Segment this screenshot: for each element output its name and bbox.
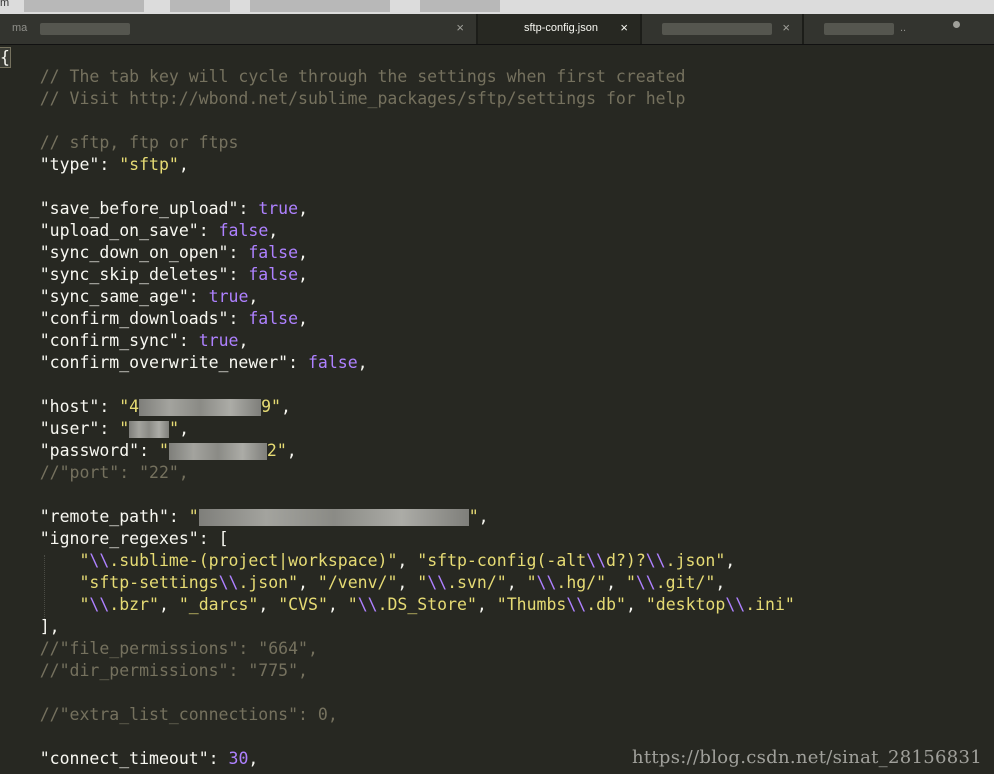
tab-bar: ma × sftp-config.json × × ..: [0, 14, 994, 45]
code-line: //"port": "22",: [0, 463, 189, 482]
code-line: //"file_permissions": "664",: [0, 639, 318, 658]
code-line: "confirm_overwrite_newer": false,: [39, 353, 368, 372]
unsaved-dot-icon: [953, 21, 960, 28]
tab-sftp-config[interactable]: sftp-config.json ×: [478, 14, 640, 44]
code-line: "\\.sublime-(project|workspace)", "sftp-…: [79, 551, 736, 570]
blurred-title: [24, 0, 144, 12]
close-icon[interactable]: ×: [456, 20, 464, 35]
code-line: ],: [0, 617, 60, 636]
code-line: "save_before_upload": true,: [39, 199, 308, 218]
code-line: "sftp-settings\\.json", "/venv/", "\\.sv…: [79, 573, 726, 592]
code-line: //"extra_list_connections": 0,: [0, 705, 338, 724]
code-line: "\\.bzr", "_darcs", "CVS", "\\.DS_Store"…: [79, 595, 795, 614]
blurred-title: [420, 0, 500, 12]
code-line: "sync_skip_deletes": false,: [39, 265, 308, 284]
code-line: "confirm_downloads": false,: [39, 309, 308, 328]
tab-label: sftp-config.json: [524, 22, 598, 34]
code-line: "ignore_regexes": [: [39, 529, 229, 548]
tab-1[interactable]: ma ×: [0, 14, 476, 44]
code-line: // The tab key will cycle through the se…: [0, 67, 686, 86]
code-editor[interactable]: { // The tab key will cycle through the …: [0, 45, 994, 774]
redacted-host: [139, 399, 262, 416]
code-line-host: "host": "4 9",: [39, 397, 291, 416]
blurred-tab-title: [40, 23, 130, 35]
watermark: https://blog.csdn.net/sinat_28156831: [631, 747, 982, 768]
code-line: "upload_on_save": false,: [39, 221, 279, 240]
blurred-title: [170, 0, 230, 12]
tab-label: ma: [12, 22, 28, 34]
redacted-user: [129, 421, 170, 438]
code-line: "type": "sftp",: [39, 155, 189, 174]
code-line: //"dir_permissions": "775",: [0, 661, 308, 680]
blurred-title: [250, 0, 390, 12]
code-line: "sync_down_on_open": false,: [39, 243, 308, 262]
close-icon[interactable]: ×: [620, 20, 628, 35]
code-line-remote-path: "remote_path": " ",: [39, 507, 489, 526]
code-line: // Visit http://wbond.net/sublime_packag…: [0, 89, 686, 108]
code-line: // sftp, ftp or ftps: [0, 133, 239, 152]
code-line: "sync_same_age": true,: [39, 287, 259, 306]
code-line: "confirm_sync": true,: [39, 331, 249, 350]
tab-3[interactable]: ×: [642, 14, 802, 44]
tab-4[interactable]: ..: [804, 14, 994, 44]
blurred-tab-title: [662, 23, 772, 35]
tab-label: ..: [900, 22, 907, 34]
window-title-fragment: m: [0, 0, 10, 9]
code-line-user: "user": " ",: [39, 419, 190, 438]
code-line: "connect_timeout": 30,: [39, 749, 259, 768]
redacted-remote-path: [198, 509, 469, 526]
close-icon[interactable]: ×: [782, 20, 790, 35]
window-title-strip: m: [0, 0, 994, 14]
code-line-password: "password": " 2",: [39, 441, 297, 460]
redacted-password: [168, 443, 267, 460]
blurred-tab-title: [824, 23, 894, 35]
